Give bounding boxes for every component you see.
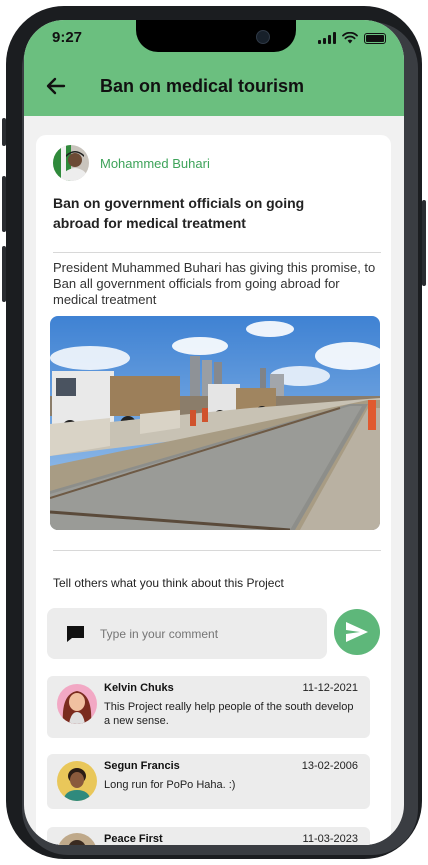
commenter-name: Kelvin Chuks [104,682,174,694]
status-bar: 9:27 [24,20,404,56]
commenter-name: Segun Francis [104,760,180,772]
divider [53,252,381,253]
comment-item: Peace First 11-03-2023 [47,827,370,845]
volume-down-button [2,246,6,302]
power-button [422,200,426,286]
volume-up-button [2,176,6,232]
comment-input-box[interactable] [47,608,327,659]
commenter-name: Peace First [104,833,163,845]
author-name[interactable]: Mohammed Buhari [100,156,210,171]
comment-text: Long run for PoPo Haha. :) [104,779,236,791]
post-card: Mohammed Buhari Ban on government offici… [36,135,391,845]
comment-date: 11-03-2023 [302,833,358,845]
mute-switch [2,118,6,146]
comment-date: 13-02-2006 [301,760,358,772]
comment-prompt: Tell others what you think about this Pr… [53,576,284,590]
page-title: Ban on medical tourism [100,76,305,96]
battery-icon [364,32,386,44]
road-construction-photo [50,316,380,530]
cellular-signal-icon [318,32,336,44]
arrow-left-icon [46,77,66,95]
wifi-icon [342,32,358,44]
post-description: President Muhammed Buhari has giving thi… [53,260,376,307]
back-button[interactable] [42,72,70,100]
comment-text: This Project really help people of the s… [104,701,354,727]
comment-icon [67,626,84,642]
app-bar: Ban on medical tourism [24,56,404,116]
commenter-avatar[interactable] [57,761,97,801]
post-headline: Ban on government officials on going abr… [53,195,305,231]
comment-input[interactable] [100,627,300,641]
notch [136,20,296,52]
send-icon [346,622,368,642]
send-button[interactable] [334,609,380,655]
comment-date: 11-12-2021 [302,682,358,694]
status-icons [318,31,386,45]
status-time: 9:27 [52,29,83,46]
commenter-avatar[interactable] [57,684,97,724]
comment-item: Segun Francis 13-02-2006 Long run for Po… [47,754,370,809]
divider [53,550,381,551]
author-avatar[interactable] [53,145,89,181]
app-screen: 9:27 Ban on medical tourism Mohammed Buh… [24,20,404,845]
commenter-avatar[interactable] [57,833,97,845]
phone-device: 9:27 Ban on medical tourism Mohammed Buh… [0,0,428,865]
comment-item: Kelvin Chuks 11-12-2021 This Project rea… [47,676,370,738]
front-camera [256,30,270,44]
